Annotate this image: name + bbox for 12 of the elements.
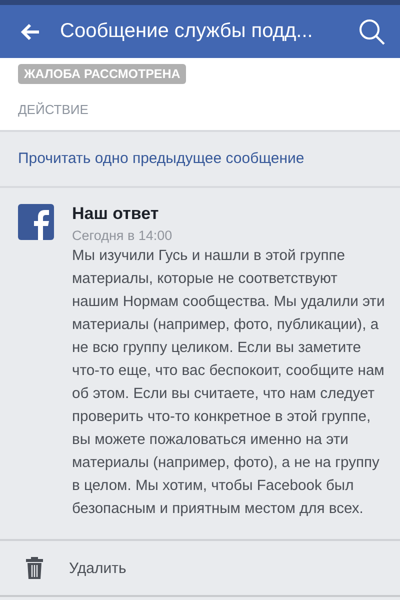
- delete-action[interactable]: Удалить: [0, 541, 400, 597]
- page-title: Сообщение службы подд...: [60, 20, 314, 43]
- previous-message-link[interactable]: Прочитать одно предыдущее сообщение: [18, 150, 304, 167]
- facebook-logo-icon: [18, 204, 54, 240]
- section-label: ДЕЙСТВИЕ: [18, 102, 90, 117]
- message-time: Сегодня в 14:00: [72, 228, 174, 243]
- status-badge: ЖАЛОБА РАССМОТРЕНА: [18, 64, 186, 84]
- trash-icon: [26, 557, 43, 579]
- search-button[interactable]: [358, 18, 386, 46]
- message-author: Наш ответ: [72, 204, 160, 224]
- message-body: Мы изучили Гусь и нашли в этой группе материалы, которые не соответствуют нашим Нормам сообщества. Мы удалили эти материалы (например, фото, публикации), а не всю группу целиком. Если вы заметите что-то еще, что вас беспокоит, сообщите нам об этом. Если вы считаете, что нам следует проверить что-то конкретное в этой группе, вы можете пожаловаться именно на эти материалы (например, фото), а не на группу в целом. Мы хотим, чтобы Facebook был безопасным и приятным местом для всех.: [72, 247, 386, 519]
- back-button[interactable]: [20, 22, 40, 40]
